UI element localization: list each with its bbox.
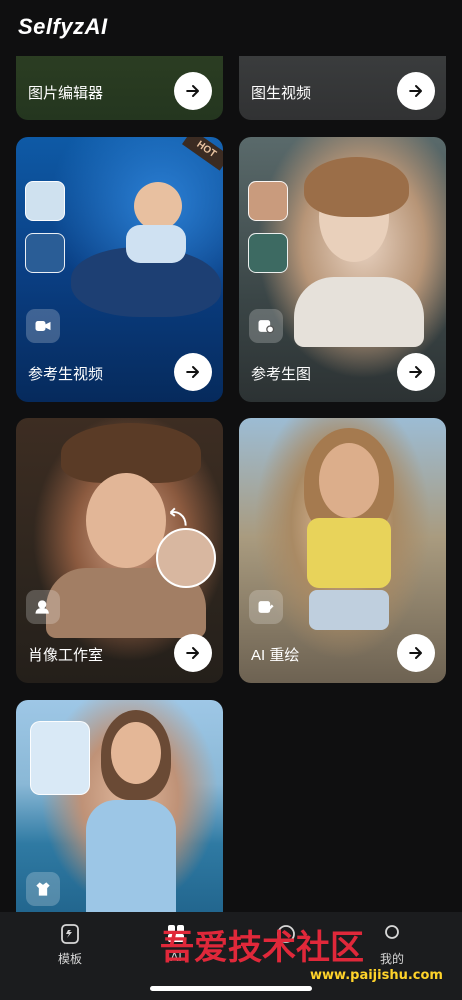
card-outfit[interactable] [16, 700, 223, 940]
reference-thumb-dress [30, 721, 90, 795]
watermark-text: 吾爱技术社区 [160, 928, 364, 968]
hair-image [304, 157, 409, 217]
skirt-image [309, 590, 389, 630]
woman-face-image [319, 443, 379, 518]
arrow-right-icon[interactable] [174, 72, 212, 110]
yellow-top-image [307, 518, 391, 588]
source-avatar [156, 528, 216, 588]
reference-thumb-fish [248, 233, 288, 273]
reference-thumb-baby [25, 181, 65, 221]
baby-body [126, 225, 186, 263]
reference-thumb-whale [25, 233, 65, 273]
redraw-icon [249, 590, 283, 624]
card-image-to-video[interactable]: 图生视频 [239, 56, 446, 120]
curved-arrow-icon [169, 507, 187, 526]
home-indicator[interactable] [150, 986, 312, 991]
card-label: 参考生视频 [28, 366, 104, 383]
watermark: 吾爱技术社区 www.paijishu.com [160, 920, 460, 990]
card-reference-video[interactable]: HOT 参考生视频 [16, 137, 223, 402]
portrait-face-image [86, 473, 166, 568]
woman-face-image [111, 722, 161, 784]
video-reference-icon [26, 309, 60, 343]
watermark-url: www.paijishu.com [310, 968, 443, 983]
baby-image [134, 182, 182, 230]
card-label: 参考生图 [251, 366, 312, 383]
card-label: AI 重绘 [251, 647, 300, 664]
hot-badge: HOT [181, 137, 223, 171]
nav-label: 模板 [57, 952, 82, 966]
reference-thumb-face [248, 181, 288, 221]
nav-templates[interactable]: 模板 [30, 922, 110, 967]
arrow-right-icon[interactable] [174, 353, 212, 391]
card-label: 图生视频 [251, 85, 312, 102]
templates-icon [61, 924, 79, 944]
card-reference-image[interactable]: 参考生图 [239, 137, 446, 402]
top-bar: SelfyzAI [0, 0, 462, 56]
card-image-editor[interactable]: 图片编辑器 [16, 56, 223, 120]
portrait-icon [26, 590, 60, 624]
card-label: 图片编辑器 [28, 85, 104, 102]
image-reference-icon [249, 309, 283, 343]
arrow-right-icon[interactable] [397, 634, 435, 672]
app-logo: SelfyzAI [18, 14, 108, 39]
arrow-right-icon[interactable] [397, 353, 435, 391]
card-ai-redraw[interactable]: AI 重绘 [239, 418, 446, 683]
shoulders-image [294, 277, 424, 347]
card-label: 肖像工作室 [28, 647, 104, 664]
arrow-right-icon[interactable] [397, 72, 435, 110]
arrow-right-icon[interactable] [174, 634, 212, 672]
outfit-icon [26, 872, 60, 906]
card-portrait-studio[interactable]: 肖像工作室 [16, 418, 223, 683]
